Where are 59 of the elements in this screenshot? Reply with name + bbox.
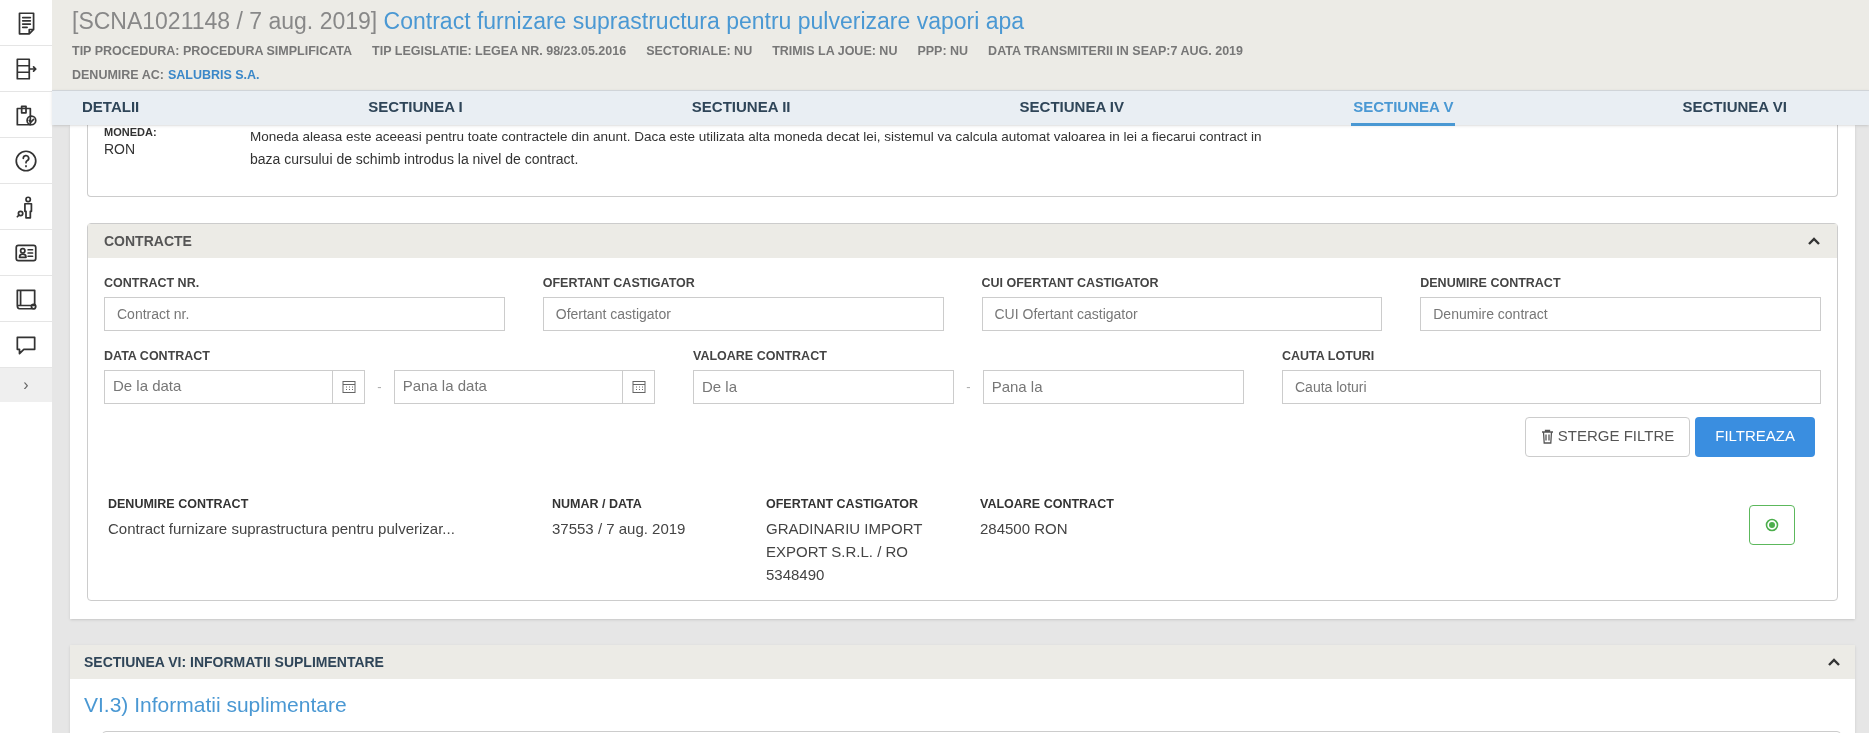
input-field[interactable]: Ofertant castigator bbox=[542, 296, 944, 331]
column-header: DENUMIRE CONTRACT bbox=[108, 495, 250, 513]
field-label: VALOARE CONTRACT bbox=[693, 347, 828, 365]
clear-filters-button[interactable]: STERGE FILTRE bbox=[1524, 416, 1691, 457]
list-arrow-icon[interactable] bbox=[13, 55, 39, 82]
collapse-caret-icon[interactable] bbox=[1827, 657, 1841, 668]
calendar-button[interactable] bbox=[623, 369, 655, 404]
section-tab[interactable]: SECTIUNEA I bbox=[366, 91, 465, 126]
authority-label: DENUMIRE AC: bbox=[72, 66, 164, 84]
field-label: CONTRACT NR. bbox=[104, 275, 201, 292]
search-lots-field[interactable]: Cauta loturi bbox=[1282, 369, 1821, 404]
trash-icon bbox=[1540, 429, 1554, 444]
table-cell-text: 284500 RON bbox=[980, 519, 1069, 540]
collapse-caret-icon[interactable] bbox=[1807, 236, 1821, 246]
input-field[interactable]: Denumire contract bbox=[1420, 296, 1821, 331]
calendar-icon bbox=[340, 378, 357, 395]
currency-value: RON bbox=[104, 140, 137, 159]
section-tab[interactable]: SECTIUNEA VI bbox=[1680, 91, 1789, 126]
panel-title: CONTRACTE bbox=[104, 231, 192, 251]
section-tab[interactable]: DETALII bbox=[80, 91, 142, 126]
input-field[interactable]: De la bbox=[693, 369, 955, 404]
column-header: VALOARE CONTRACT bbox=[980, 495, 1115, 513]
field-label: CUI OFERTANT CASTIGATOR bbox=[981, 275, 1160, 292]
input-field[interactable]: CUI Ofertant castigator bbox=[981, 296, 1383, 331]
header-meta: SECTORIALE: NU bbox=[646, 43, 753, 60]
field-label: CAUTA LOTURI bbox=[1282, 347, 1376, 365]
table-cell-text: Contract furnizare suprastructura pentru pulverizar... bbox=[108, 519, 456, 540]
section-tab[interactable]: SECTIUNEA II bbox=[689, 91, 793, 126]
header-meta: TRIMIS LA JOUE: NU bbox=[772, 43, 898, 60]
help-icon[interactable] bbox=[13, 147, 39, 174]
view-button[interactable] bbox=[1749, 504, 1795, 545]
table-cell-text: GRADINARIU IMPORT EXPORT S.R.L. / RO 5348490 bbox=[766, 519, 924, 586]
section-tab[interactable]: SECTIUNEA IV bbox=[1017, 91, 1127, 126]
range-separator: - bbox=[377, 377, 382, 396]
input-field[interactable]: Contract nr. bbox=[104, 296, 505, 331]
calendar-button[interactable] bbox=[333, 369, 366, 404]
input-field[interactable]: Pana la bbox=[982, 369, 1244, 404]
range-separator: - bbox=[966, 377, 971, 396]
subsection-title: VI.3) Informatii suplimentare bbox=[84, 692, 348, 719]
column-header: NUMAR / DATA bbox=[552, 495, 643, 513]
field-label: DATA CONTRACT bbox=[104, 347, 211, 365]
field-label: OFERTANT CASTIGATOR bbox=[542, 275, 696, 292]
currency-note: baza cursului de schimb introdus la nivel de contract. bbox=[250, 150, 580, 169]
field-label: DENUMIRE CONTRACT bbox=[1420, 275, 1562, 292]
header-meta: PPP: NU bbox=[917, 43, 969, 60]
section-title: SECTIUNEA VI: INFORMATII SUPLIMENTARE bbox=[84, 652, 384, 672]
procedure-code: [SCNA1021148 / 7 aug. 2019] bbox=[72, 8, 378, 34]
target-icon bbox=[1765, 517, 1779, 532]
currency-label: MONEDA: bbox=[104, 126, 158, 138]
header-meta: TIP LEGISLATIE: LEGEA NR. 98/23.05.2016 bbox=[372, 43, 627, 60]
calendar-icon bbox=[630, 378, 647, 395]
date-field[interactable]: De la data bbox=[104, 369, 334, 404]
date-field[interactable]: Pana la data bbox=[393, 369, 623, 404]
header-meta: TIP PROCEDURA: PROCEDURA SIMPLIFICATA bbox=[72, 43, 353, 60]
header-meta: DATA TRANSMITERII IN SEAP:7 AUG. 2019 bbox=[988, 43, 1243, 60]
table-cell-text: 37553 / 7 aug. 2019 bbox=[552, 519, 687, 540]
column-header: OFERTANT CASTIGATOR bbox=[766, 495, 920, 513]
expand-sidebar-button[interactable]: › bbox=[0, 368, 52, 402]
currency-note: Moneda aleasa este aceeasi pentru toate contractele din anunt. Daca este utilizata alta moneda decat lei, sistemul va calcula automat valoarea in lei a fiecarui contract in bbox=[250, 128, 1262, 146]
